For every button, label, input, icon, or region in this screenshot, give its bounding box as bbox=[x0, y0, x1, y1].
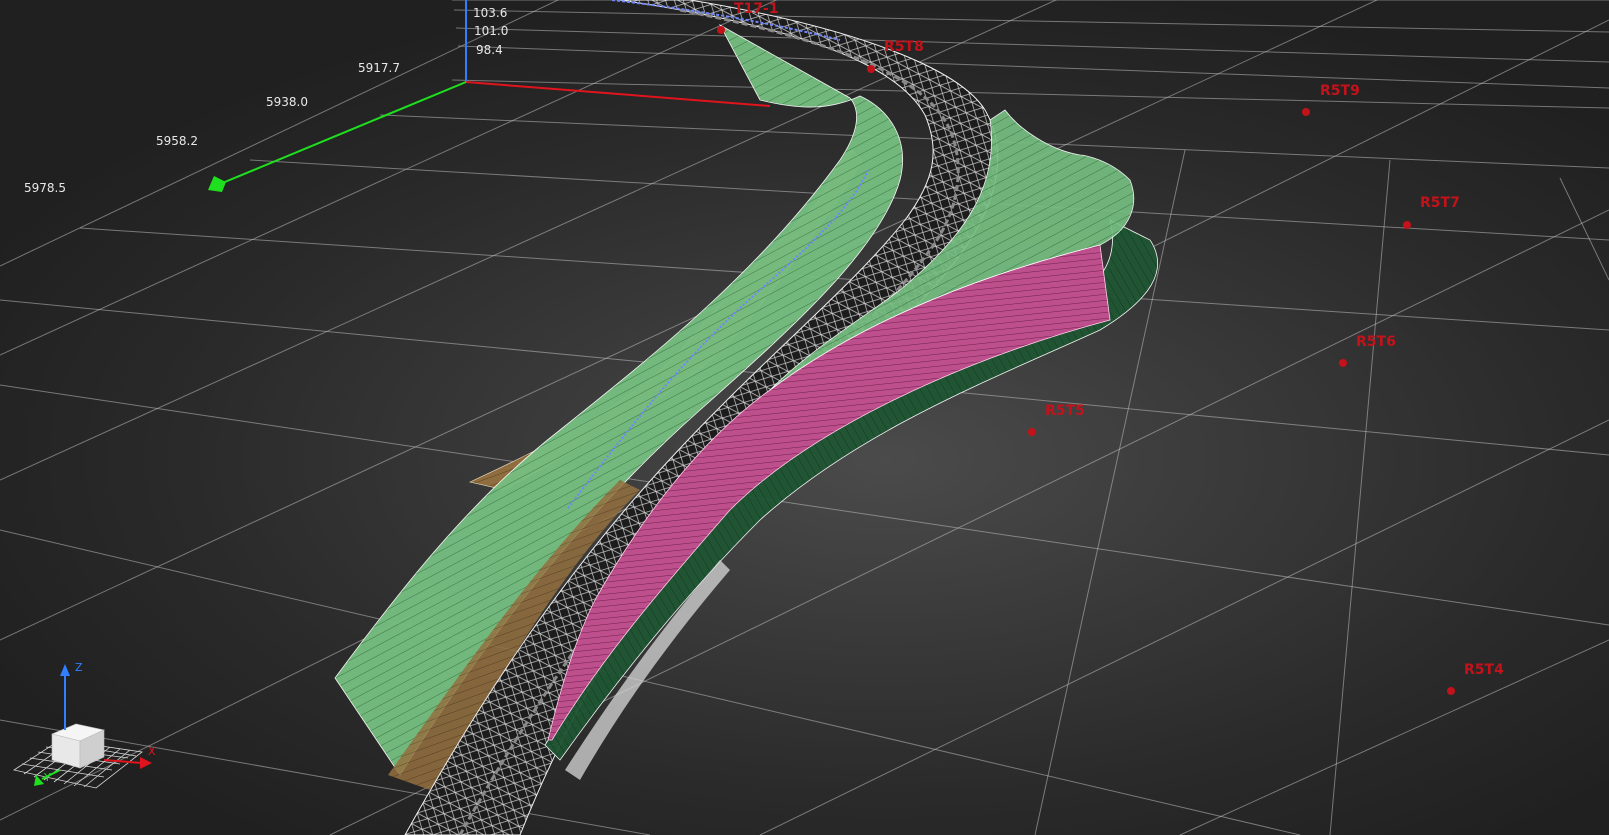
station-marker-r5t9 bbox=[1302, 108, 1310, 116]
y-axis-label-1: 5917.7 bbox=[358, 61, 400, 75]
x-axis-line bbox=[465, 81, 771, 107]
station-label-r5t7[interactable]: R5T7 bbox=[1420, 195, 1460, 211]
station-label-r5t4[interactable]: R5T4 bbox=[1464, 662, 1504, 678]
station-marker-r5t8 bbox=[867, 65, 875, 73]
y-axis-line bbox=[219, 81, 467, 185]
station-marker-t17-1 bbox=[717, 26, 725, 34]
station-label-t17-1[interactable]: T17-1 bbox=[734, 1, 779, 17]
z-axis-label-3: 98.4 bbox=[476, 43, 503, 57]
station-label-r5t8[interactable]: R5T8 bbox=[884, 39, 924, 55]
station-marker-r5t4 bbox=[1447, 687, 1455, 695]
z-axis-label-2: 101.0 bbox=[474, 24, 509, 38]
station-marker-r5t7 bbox=[1403, 221, 1411, 229]
station-label-r5t6[interactable]: R5T6 bbox=[1356, 334, 1396, 350]
y-axis-label-2: 5938.0 bbox=[266, 95, 308, 109]
road-corridor-model[interactable] bbox=[334, 0, 1159, 835]
station-label-r5t9[interactable]: R5T9 bbox=[1320, 83, 1360, 99]
station-marker-r5t6 bbox=[1339, 359, 1347, 367]
station-label-r5t5[interactable]: R5T5 bbox=[1045, 403, 1085, 419]
station-marker-r5t5 bbox=[1028, 428, 1036, 436]
z-axis-label-1: 103.6 bbox=[473, 6, 508, 20]
y-axis-label-4: 5978.5 bbox=[24, 181, 66, 195]
y-axis-arrowhead bbox=[208, 176, 226, 192]
gizmo-z-label: Z bbox=[75, 661, 83, 674]
3d-viewport[interactable]: 103.6 101.0 98.4 5917.7 5938.0 5958.2 59… bbox=[0, 0, 1609, 835]
y-axis-label-3: 5958.2 bbox=[156, 134, 198, 148]
scene-canvas[interactable] bbox=[0, 0, 1609, 835]
gizmo-x-label: X bbox=[148, 745, 156, 758]
gizmo-y-label: Y bbox=[44, 771, 51, 784]
